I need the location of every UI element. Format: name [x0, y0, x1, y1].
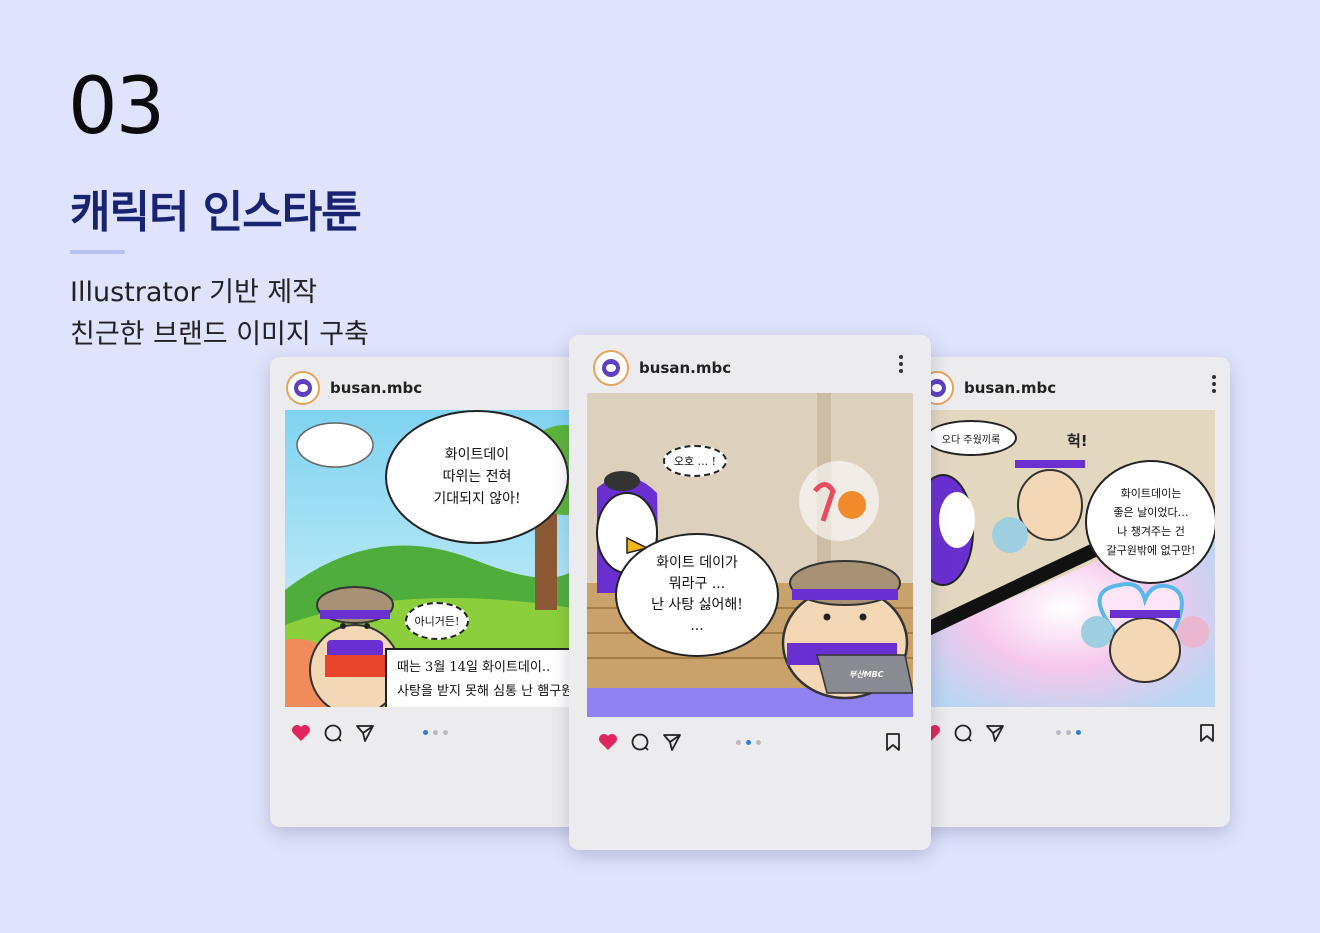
post-actions: [920, 722, 1016, 744]
section-number: 03: [68, 62, 165, 152]
caption-line-1: 때는 3월 14일 화이트데이..: [397, 660, 551, 675]
bookmark-icon[interactable]: [884, 732, 904, 754]
post-card-left: busan.mbc 화이트데이 따위는 전혀 기대되지 않아! 아니거든! 때는…: [270, 357, 600, 827]
carousel-dot[interactable]: [746, 740, 751, 745]
post-image: 화이트데이 따위는 전혀 기대되지 않아! 아니거든! 때는 3월 14일 화이…: [285, 410, 585, 707]
speech-bubble-main: 화이트데이 따위는 전혀 기대되지 않아!: [385, 410, 569, 544]
speech-bubble-main: 화이트데이는 좋은 날이었다… 나 챙겨주는 건 갈구원밖에 없구만!: [1085, 460, 1215, 584]
speech-bubble-small: 아니거든!: [405, 602, 469, 640]
title-underline: [70, 250, 125, 254]
carousel-dots: [423, 730, 453, 735]
username[interactable]: busan.mbc: [330, 379, 422, 397]
post-actions: [290, 722, 386, 744]
carousel-dot[interactable]: [443, 730, 448, 735]
post-header: busan.mbc: [593, 350, 731, 386]
caption-line-2: 사탕을 받지 못해 심통 난 햄구원: [397, 684, 574, 699]
bookmark-icon[interactable]: [1198, 723, 1218, 745]
heart-icon[interactable]: [597, 731, 619, 753]
carousel-dot[interactable]: [756, 740, 761, 745]
post-actions: [597, 731, 693, 753]
share-icon[interactable]: [661, 731, 683, 753]
speech-bubble-main: 화이트 데이가 뭐라구 ... 난 사탕 싫어해! ...: [615, 533, 779, 657]
description-line-1: Illustrator 기반 제작: [70, 277, 318, 308]
more-icon[interactable]: [1212, 375, 1216, 396]
narration-caption: 때는 3월 14일 화이트데이.. 사탕을 받지 못해 심통 난 햄구원: [385, 648, 585, 707]
avatar[interactable]: [593, 350, 629, 386]
post-card-center: busan.mbc 오호 ... ! 화이트 데이가 뭐라구 ... 난 사탕 …: [569, 335, 931, 850]
avatar[interactable]: [286, 371, 320, 405]
heart-icon[interactable]: [290, 722, 312, 744]
carousel-dot[interactable]: [1056, 730, 1061, 735]
page-title: 캐릭터 인스타툰: [70, 187, 362, 238]
carousel-dot[interactable]: [433, 730, 438, 735]
speech-bubble-left: 오다 주웠끼록: [925, 420, 1017, 456]
post-header: busan.mbc: [920, 371, 1056, 405]
exclaim-text: 헉!: [1067, 432, 1088, 450]
more-icon[interactable]: [899, 355, 903, 376]
username[interactable]: busan.mbc: [639, 359, 731, 377]
post-image: 오호 ... ! 화이트 데이가 뭐라구 ... 난 사탕 싫어해! ... 부…: [587, 393, 913, 717]
carousel-dot[interactable]: [1076, 730, 1081, 735]
post-image: 오다 주웠끼록 헉! 화이트데이는 좋은 날이었다… 나 챙겨주는 건 갈구원밖…: [915, 410, 1215, 707]
carousel-dots: [736, 740, 766, 745]
share-icon[interactable]: [984, 722, 1006, 744]
carousel-dots: [1056, 730, 1086, 735]
comment-icon[interactable]: [629, 731, 651, 753]
comment-icon[interactable]: [952, 722, 974, 744]
share-icon[interactable]: [354, 722, 376, 744]
carousel-dot[interactable]: [736, 740, 741, 745]
post-header: busan.mbc: [286, 371, 422, 405]
username[interactable]: busan.mbc: [964, 379, 1056, 397]
post-card-right: busan.mbc 오다 주웠끼록 헉! 화이트데이는 좋은 날이었다… 나 챙…: [900, 357, 1230, 827]
laptop-label: 부산MBC: [849, 670, 884, 679]
comment-icon[interactable]: [322, 722, 344, 744]
carousel-dot[interactable]: [423, 730, 428, 735]
carousel-dot[interactable]: [1066, 730, 1071, 735]
description: Illustrator 기반 제작 친근한 브랜드 이미지 구축: [70, 272, 369, 356]
speech-bubble-top: 오호 ... !: [663, 445, 727, 477]
description-line-2: 친근한 브랜드 이미지 구축: [70, 319, 369, 350]
